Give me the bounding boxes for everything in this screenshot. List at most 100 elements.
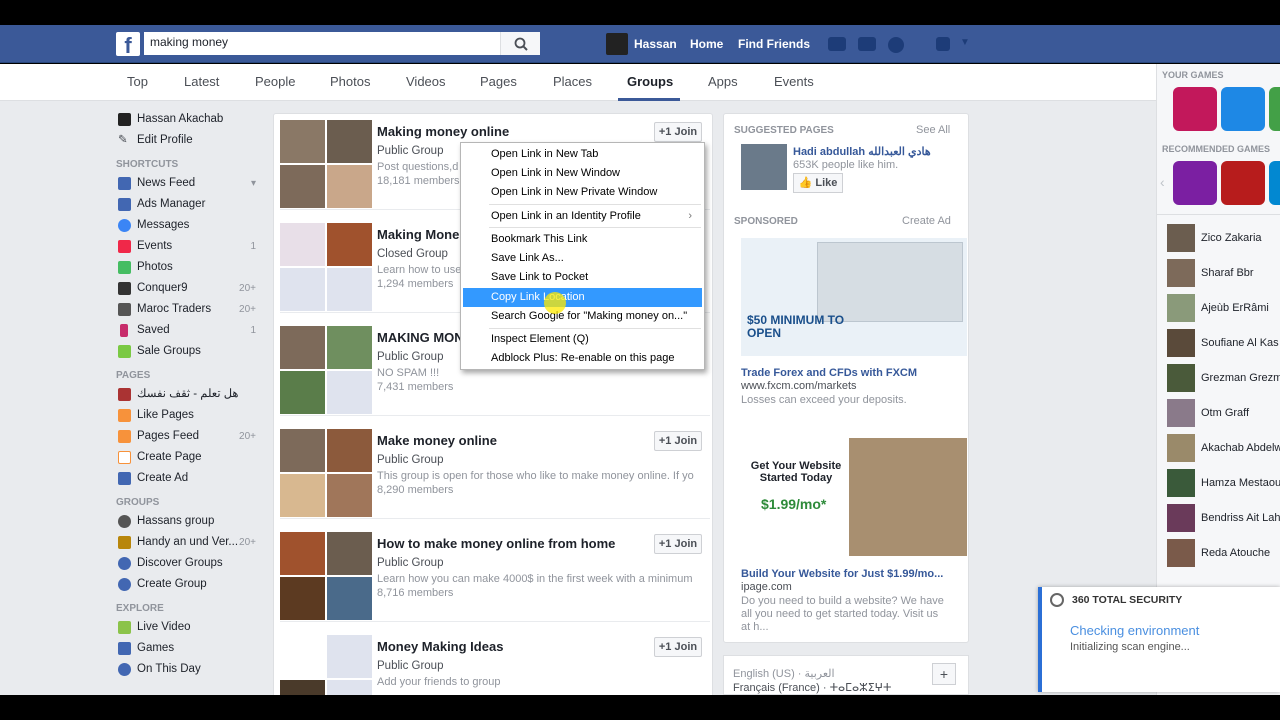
menu-item-copy-link-location[interactable]: Copy Link Location xyxy=(463,288,702,307)
sidebar-item-maroc-traders[interactable]: Maroc Traders 20+ xyxy=(116,299,266,320)
profile-link[interactable]: Hassan xyxy=(634,33,677,55)
chat-contact[interactable]: Bendriss Ait Lah xyxy=(1167,504,1280,534)
tab-groups[interactable]: Groups xyxy=(627,74,673,89)
game-tile[interactable] xyxy=(1221,161,1265,205)
game-tile[interactable] xyxy=(1221,87,1265,131)
account-menu-chevron-icon[interactable]: ▼ xyxy=(960,37,970,48)
game-tile[interactable] xyxy=(1269,161,1280,205)
sidebar-item-photos[interactable]: Photos xyxy=(116,257,266,278)
messages-icon[interactable] xyxy=(858,37,876,51)
ad-url[interactable]: ipage.com xyxy=(741,581,792,593)
see-all-link[interactable]: See All xyxy=(916,124,950,136)
sidebar-item-live-video[interactable]: Live Video xyxy=(116,617,266,638)
group-title[interactable]: Making money online xyxy=(377,124,509,139)
tab-photos[interactable]: Photos xyxy=(330,74,370,89)
chevron-left-icon[interactable]: ‹ xyxy=(1160,174,1165,190)
join-button[interactable]: +1 Join xyxy=(654,431,702,451)
join-button[interactable]: +1 Join xyxy=(654,534,702,554)
sidebar-item-create-page[interactable]: Create Page xyxy=(116,447,266,468)
list-item[interactable]: Make money online Public Group This grou… xyxy=(280,423,710,519)
menu-item-open-new-window[interactable]: Open Link in New Window xyxy=(463,164,702,183)
sidebar-item-create-ad[interactable]: Create Ad xyxy=(116,468,266,489)
ad-url[interactable]: www.fxcm.com/markets xyxy=(741,380,857,392)
create-ad-link[interactable]: Create Ad xyxy=(902,215,951,227)
sidebar-item-messages[interactable]: Messages xyxy=(116,215,266,236)
notifications-globe-icon[interactable] xyxy=(888,37,904,53)
language-options[interactable]: Français (France) · ⵜⴰⵎⴰⵣⵉⵖⵜ xyxy=(733,681,891,694)
chat-contact[interactable]: Akachab Abdelw xyxy=(1167,434,1280,464)
home-link[interactable]: Home xyxy=(690,33,723,55)
facebook-logo-icon[interactable]: f xyxy=(116,32,140,56)
game-tile[interactable] xyxy=(1173,161,1217,205)
sidebar-item-discover-groups[interactable]: Discover Groups xyxy=(116,553,266,574)
group-title[interactable]: MAKING MON xyxy=(377,330,464,345)
game-tile[interactable] xyxy=(1173,87,1217,131)
sidebar-item-events[interactable]: Events 1 xyxy=(116,236,266,257)
chat-contact[interactable]: Ajeùb ErRâmi xyxy=(1167,294,1280,324)
quick-help-icon[interactable] xyxy=(936,37,950,51)
join-button[interactable]: +1 Join xyxy=(654,122,702,142)
menu-item-open-new-tab[interactable]: Open Link in New Tab xyxy=(463,145,702,164)
chat-contact[interactable]: Grezman Grezm xyxy=(1167,364,1280,394)
menu-item-open-private-window[interactable]: Open Link in New Private Window xyxy=(463,183,702,202)
sidebar-item-on-this-day[interactable]: On This Day xyxy=(116,659,266,680)
list-item[interactable]: How to make money online from home Publi… xyxy=(280,526,710,622)
menu-item-search-google[interactable]: Search Google for "Making money on..." xyxy=(463,307,702,326)
find-friends-link[interactable]: Find Friends xyxy=(738,33,810,55)
chat-contact[interactable]: Reda Atouche xyxy=(1167,539,1280,569)
add-language-button[interactable]: + xyxy=(932,663,956,685)
like-page-button[interactable]: 👍 Like xyxy=(793,173,843,193)
tab-events[interactable]: Events xyxy=(774,74,814,89)
chat-contact[interactable]: Zico Zakaria xyxy=(1167,224,1280,254)
tab-people[interactable]: People xyxy=(255,74,295,89)
list-item[interactable]: Money Making Ideas Public Group Add your… xyxy=(280,629,710,695)
suggested-page-name[interactable]: Hadi abdullah هادي العبدالله xyxy=(793,145,931,158)
menu-item-save-to-pocket[interactable]: Save Link to Pocket xyxy=(463,268,702,287)
chat-contact[interactable]: Otm Graff xyxy=(1167,399,1280,429)
friend-requests-icon[interactable] xyxy=(828,37,846,51)
chat-contact[interactable]: Soufiane Al Kas xyxy=(1167,329,1280,359)
language-options[interactable]: English (US) · العربية xyxy=(733,667,835,680)
menu-item-inspect-element[interactable]: Inspect Element (Q) xyxy=(463,330,702,349)
sidebar-item-ads-manager[interactable]: Ads Manager xyxy=(116,194,266,215)
search-button[interactable] xyxy=(500,32,540,55)
ad-title[interactable]: Trade Forex and CFDs with FXCM xyxy=(741,367,917,379)
tab-places[interactable]: Places xyxy=(553,74,592,89)
chat-contact[interactable]: Sharaf Bbr xyxy=(1167,259,1280,289)
sidebar-item-sale-groups[interactable]: Sale Groups xyxy=(116,341,266,362)
group-title[interactable]: How to make money online from home xyxy=(377,536,615,551)
sidebar-item-handy-group[interactable]: Handy an und Ver... 20+ xyxy=(116,532,266,553)
menu-item-open-identity-profile[interactable]: Open Link in an Identity Profile › xyxy=(463,207,702,226)
ipage-ad-image[interactable]: Get Your Website Started Today $1.99/mo* xyxy=(741,438,967,556)
sidebar-item-like-pages[interactable]: Like Pages xyxy=(116,405,266,426)
group-title[interactable]: Make money online xyxy=(377,433,497,448)
sidebar-item-pages-feed[interactable]: Pages Feed 20+ xyxy=(116,426,266,447)
profile-avatar[interactable] xyxy=(606,33,628,55)
search-input[interactable]: making money xyxy=(144,32,540,55)
menu-item-bookmark-link[interactable]: Bookmark This Link xyxy=(463,230,702,249)
sidebar-item-news-feed[interactable]: News Feed ▾ xyxy=(116,173,266,194)
sidebar-item-page-arabic[interactable]: هل تعلم - ثقف نفسك xyxy=(116,384,266,405)
tab-videos[interactable]: Videos xyxy=(406,74,446,89)
menu-item-save-link-as[interactable]: Save Link As... xyxy=(463,249,702,268)
ad-title[interactable]: Build Your Website for Just $1.99/mo... xyxy=(741,568,943,580)
join-button[interactable]: +1 Join xyxy=(654,637,702,657)
fxcm-ad-image[interactable]: $50 MINIMUM TO OPEN xyxy=(741,238,967,356)
group-title[interactable]: Money Making Ideas xyxy=(377,639,503,654)
sidebar-item-saved[interactable]: Saved 1 xyxy=(116,320,266,341)
tab-apps[interactable]: Apps xyxy=(708,74,738,89)
sidebar-profile[interactable]: Hassan Akachab xyxy=(116,109,266,130)
sidebar-item-conquer9[interactable]: Conquer9 20+ xyxy=(116,278,266,299)
game-tile[interactable] xyxy=(1269,87,1280,131)
sidebar-item-create-group[interactable]: Create Group xyxy=(116,574,266,595)
chat-contact[interactable]: Hamza Mestaou xyxy=(1167,469,1280,499)
sidebar-edit-profile[interactable]: ✎ Edit Profile xyxy=(116,130,266,151)
menu-item-adblock-reenable[interactable]: Adblock Plus: Re-enable on this page xyxy=(463,349,702,368)
chevron-down-icon[interactable]: ▾ xyxy=(251,173,256,194)
suggested-page-avatar[interactable] xyxy=(741,144,787,190)
tab-top[interactable]: Top xyxy=(127,74,148,89)
tab-latest[interactable]: Latest xyxy=(184,74,219,89)
group-title[interactable]: Making Mone xyxy=(377,227,459,242)
sidebar-item-games[interactable]: Games xyxy=(116,638,266,659)
tab-pages[interactable]: Pages xyxy=(480,74,517,89)
